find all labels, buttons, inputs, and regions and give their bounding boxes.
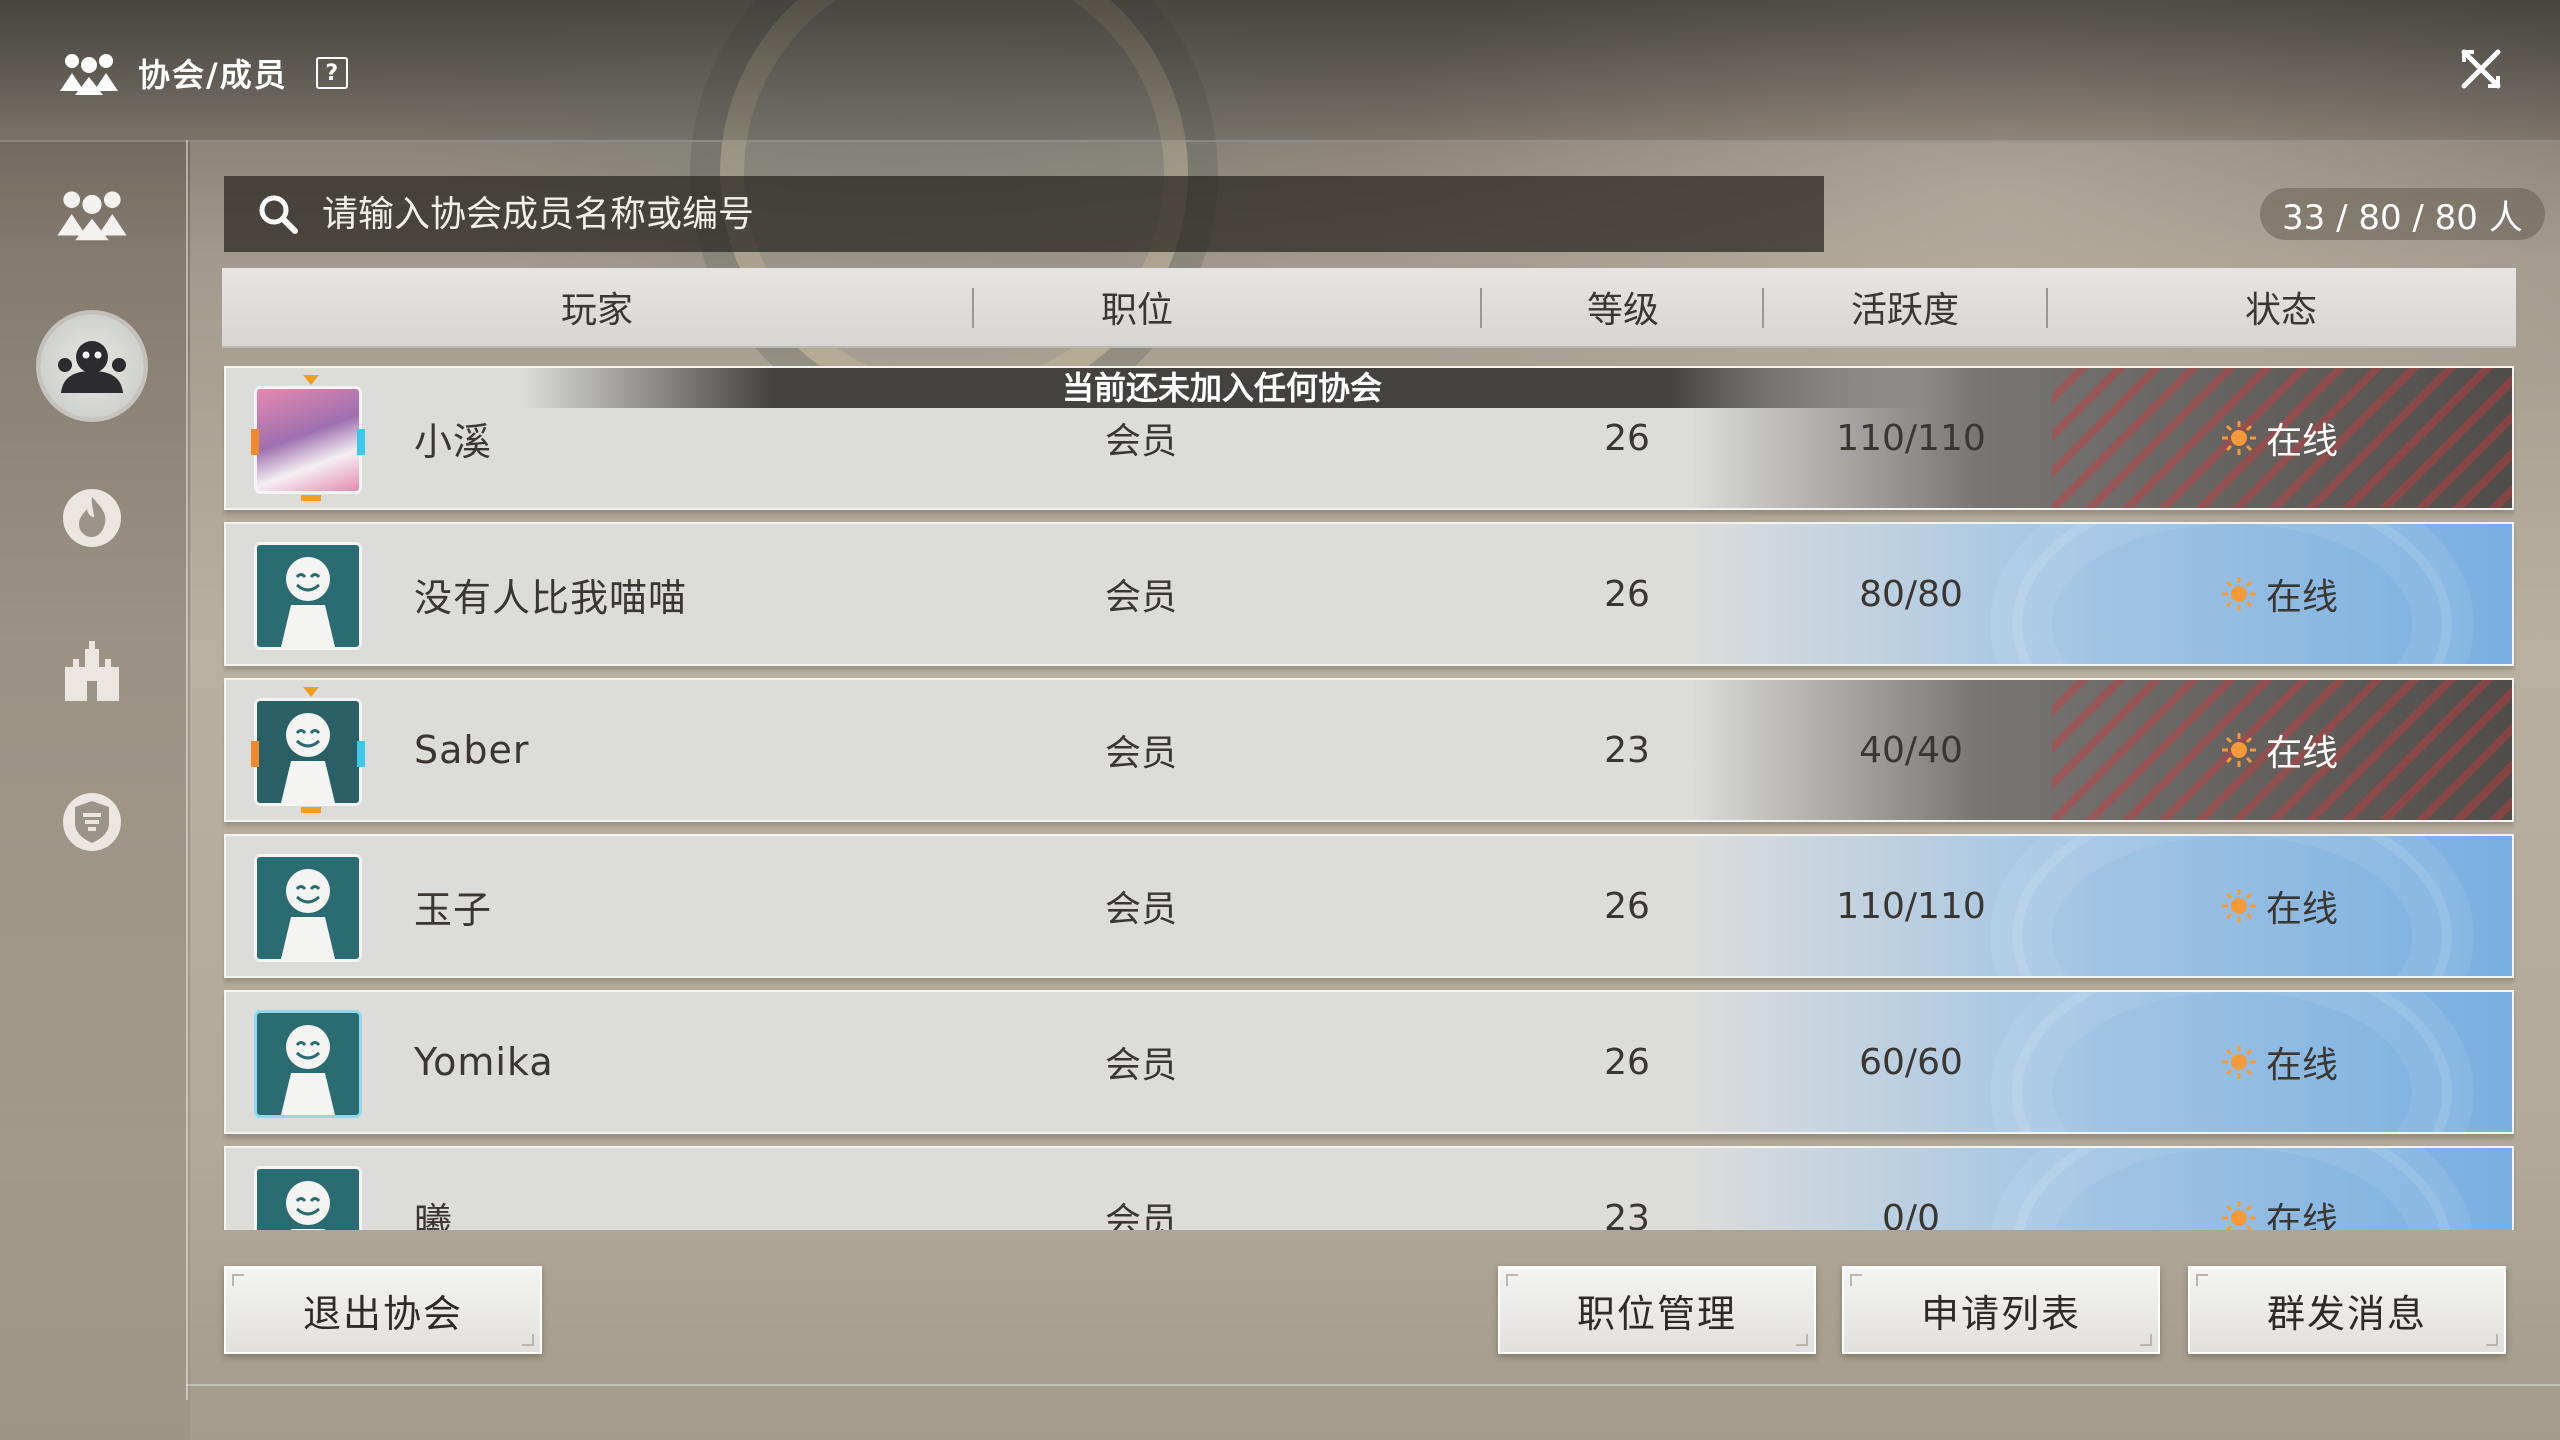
avatar-frame-side — [357, 741, 365, 767]
help-icon[interactable]: ? — [315, 57, 348, 89]
status-online: 在线 — [2220, 680, 2338, 820]
shield-emblem-icon — [63, 793, 121, 851]
search-bar — [224, 176, 1824, 252]
player-activity: 60/60 — [1859, 1041, 1963, 1083]
sun-icon — [2222, 421, 2256, 455]
player-name: 小溪 — [414, 419, 493, 464]
player-activity: 40/40 — [1859, 729, 1963, 771]
sun-icon — [2222, 733, 2256, 767]
search-icon — [259, 195, 298, 234]
player-activity: 80/80 — [1859, 573, 1963, 615]
avatar-frame-side — [357, 429, 365, 455]
default-avatar-icon — [281, 713, 335, 803]
status-online: 在线 — [2220, 1148, 2338, 1230]
avatar-frame-mark — [303, 687, 319, 697]
player-level: 23 — [1604, 729, 1650, 771]
sun-icon — [2222, 1201, 2256, 1230]
member-list[interactable]: 小溪 会员 26 110/110 在线 当前还未加入任何协会 没有人比我喵喵 会… — [222, 362, 2516, 1230]
guild-people-icon — [60, 54, 118, 95]
avatar-frame-mark — [301, 807, 321, 813]
avatar[interactable] — [254, 542, 362, 650]
status-label: 在线 — [2266, 421, 2339, 462]
player-name: Yomika — [414, 1040, 554, 1084]
player-level: 26 — [1604, 885, 1650, 927]
avatar-frame-mark — [303, 375, 319, 385]
page-title: 协会/成员 — [138, 56, 288, 94]
player-role: 会员 — [1104, 733, 1177, 774]
status-label: 在线 — [2266, 1201, 2339, 1230]
title-group: 协会/成员 ? — [58, 50, 348, 96]
status-label: 在线 — [2266, 733, 2339, 774]
column-header-status: 状态 — [2244, 290, 2317, 331]
avatar-frame-side — [251, 741, 259, 767]
player-role: 会员 — [1104, 889, 1177, 930]
player-name: 没有人比我喵喵 — [414, 575, 688, 620]
status-online: 在线 — [2220, 368, 2338, 508]
column-header-level: 等级 — [1586, 290, 1659, 331]
status-online: 在线 — [2220, 524, 2338, 664]
status-label: 在线 — [2266, 577, 2339, 618]
close-icon[interactable] — [2458, 46, 2504, 92]
sun-icon — [2222, 577, 2256, 611]
player-role: 会员 — [1104, 577, 1177, 618]
sidebar-item-activity[interactable] — [40, 466, 144, 570]
default-avatar-icon — [281, 557, 335, 647]
table-header: 玩家 职位 等级 活跃度 状态 — [222, 268, 2516, 348]
player-activity: 110/110 — [1836, 885, 1986, 927]
table-row[interactable]: Yomika 会员 26 60/60 在线 — [224, 990, 2514, 1134]
column-header-activity: 活跃度 — [1850, 290, 1959, 331]
castle-icon — [65, 641, 119, 701]
member-count: 33 / 80 / 80 人 — [2260, 188, 2545, 240]
sidebar-item-members[interactable] — [40, 314, 144, 418]
top-bar: 协会/成员 ? — [0, 0, 2560, 142]
leave-guild-button[interactable]: 退出协会 — [224, 1266, 542, 1354]
status-online: 在线 — [2220, 836, 2338, 976]
player-name: Saber — [414, 728, 530, 772]
default-avatar-icon — [281, 869, 335, 959]
status-online: 在线 — [2220, 992, 2338, 1132]
members-icon — [58, 341, 126, 393]
default-avatar-icon — [281, 1025, 335, 1115]
bottom-divider — [186, 1384, 2560, 1386]
sidebar-item-base[interactable] — [40, 618, 144, 722]
role-management-button[interactable]: 职位管理 — [1498, 1266, 1816, 1354]
player-level: 26 — [1604, 1041, 1650, 1083]
player-role: 会员 — [1104, 1201, 1177, 1230]
default-avatar-icon — [286, 1181, 330, 1230]
sidebar-item-guild[interactable] — [40, 162, 144, 266]
avatar[interactable] — [254, 1010, 362, 1118]
sidebar-item-emblem[interactable] — [40, 770, 144, 874]
player-level: 23 — [1604, 1197, 1650, 1231]
status-label: 在线 — [2266, 1045, 2339, 1086]
guild-status-banner: 当前还未加入任何协会 — [522, 368, 1922, 408]
player-name: 曦 — [414, 1199, 454, 1231]
sun-icon — [2222, 889, 2256, 923]
column-header-player: 玩家 — [560, 290, 633, 331]
table-row[interactable]: 曦 会员 23 0/0 在线 — [224, 1146, 2514, 1230]
flame-icon — [63, 489, 121, 547]
guild-people-icon — [57, 191, 127, 241]
table-row[interactable]: 玉子 会员 26 110/110 在线 — [224, 834, 2514, 978]
avatar[interactable] — [254, 854, 362, 962]
player-name: 玉子 — [414, 887, 493, 932]
application-list-button[interactable]: 申请列表 — [1842, 1266, 2160, 1354]
avatar-frame-mark — [301, 495, 321, 501]
column-header-role: 职位 — [1100, 290, 1173, 331]
player-activity: 0/0 — [1882, 1197, 1940, 1231]
avatar[interactable] — [251, 375, 365, 501]
player-level: 26 — [1604, 573, 1650, 615]
avatar[interactable] — [251, 687, 365, 813]
player-role: 会员 — [1104, 1045, 1177, 1086]
table-row[interactable]: 小溪 会员 26 110/110 在线 当前还未加入任何协会 — [224, 366, 2514, 510]
sun-icon — [2222, 1045, 2256, 1079]
table-row[interactable]: 没有人比我喵喵 会员 26 80/80 在线 — [224, 522, 2514, 666]
search-input[interactable] — [320, 183, 1824, 245]
status-label: 在线 — [2266, 889, 2339, 930]
avatar-frame-side — [251, 429, 259, 455]
broadcast-message-button[interactable]: 群发消息 — [2188, 1266, 2506, 1354]
avatar[interactable] — [254, 1166, 362, 1230]
table-row[interactable]: Saber 会员 23 40/40 在线 — [224, 678, 2514, 822]
sidebar-divider — [186, 140, 188, 1400]
